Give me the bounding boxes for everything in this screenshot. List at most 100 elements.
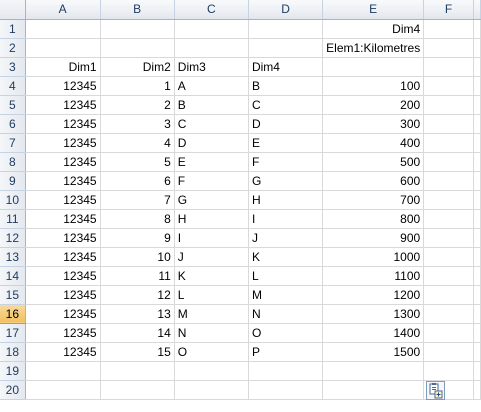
cell-e14[interactable]: 1100 bbox=[322, 266, 425, 286]
cell-c11[interactable]: H bbox=[174, 209, 249, 229]
cell-f11[interactable] bbox=[423, 209, 474, 229]
select-all-corner[interactable] bbox=[0, 0, 26, 20]
column-header-c[interactable]: C bbox=[174, 0, 249, 20]
cell-overflow[interactable] bbox=[473, 76, 481, 96]
cell-a14[interactable]: 12345 bbox=[25, 266, 101, 286]
cell-e9[interactable]: 600 bbox=[322, 171, 425, 191]
cell-f8[interactable] bbox=[423, 152, 474, 172]
cell-d4[interactable]: B bbox=[248, 76, 324, 96]
row-header-9[interactable]: 9 bbox=[0, 171, 26, 191]
cell-a13[interactable]: 12345 bbox=[25, 247, 101, 267]
cell-b7[interactable]: 4 bbox=[100, 133, 175, 153]
cell-overflow[interactable] bbox=[473, 361, 481, 381]
cell-d18[interactable]: P bbox=[248, 342, 324, 362]
cell-e20[interactable] bbox=[322, 380, 425, 400]
cell-f3[interactable] bbox=[423, 57, 474, 77]
cell-a4[interactable]: 12345 bbox=[25, 76, 101, 96]
cell-c16[interactable]: M bbox=[174, 304, 249, 324]
cell-d6[interactable]: D bbox=[248, 114, 324, 134]
cell-b12[interactable]: 9 bbox=[100, 228, 175, 248]
cell-e8[interactable]: 500 bbox=[322, 152, 425, 172]
cell-c13[interactable]: J bbox=[174, 247, 249, 267]
cell-d11[interactable]: I bbox=[248, 209, 324, 229]
row-header-2[interactable]: 2 bbox=[0, 38, 26, 58]
cell-a8[interactable]: 12345 bbox=[25, 152, 101, 172]
cell-c19[interactable] bbox=[174, 361, 249, 381]
row-header-16[interactable]: 16 bbox=[0, 304, 26, 324]
cell-a10[interactable]: 12345 bbox=[25, 190, 101, 210]
cell-d2[interactable] bbox=[248, 38, 324, 58]
cell-e1[interactable]: Dim4 bbox=[322, 19, 425, 39]
cell-a5[interactable]: 12345 bbox=[25, 95, 101, 115]
cell-a1[interactable] bbox=[25, 19, 101, 39]
cell-f9[interactable] bbox=[423, 171, 474, 191]
cell-e19[interactable] bbox=[322, 361, 425, 381]
cell-a7[interactable]: 12345 bbox=[25, 133, 101, 153]
cell-f6[interactable] bbox=[423, 114, 474, 134]
cell-b13[interactable]: 10 bbox=[100, 247, 175, 267]
row-header-11[interactable]: 11 bbox=[0, 209, 26, 229]
cell-b5[interactable]: 2 bbox=[100, 95, 175, 115]
cell-overflow[interactable] bbox=[473, 285, 481, 305]
row-header-13[interactable]: 13 bbox=[0, 247, 26, 267]
cell-f18[interactable] bbox=[423, 342, 474, 362]
cell-b6[interactable]: 3 bbox=[100, 114, 175, 134]
cell-overflow[interactable] bbox=[473, 323, 481, 343]
cell-overflow[interactable] bbox=[473, 247, 481, 267]
cell-e4[interactable]: 100 bbox=[322, 76, 425, 96]
cell-e18[interactable]: 1500 bbox=[322, 342, 425, 362]
cell-overflow[interactable] bbox=[473, 380, 481, 400]
cell-c10[interactable]: G bbox=[174, 190, 249, 210]
cell-d20[interactable] bbox=[248, 380, 324, 400]
cell-b1[interactable] bbox=[100, 19, 175, 39]
cell-c12[interactable]: I bbox=[174, 228, 249, 248]
cell-b19[interactable] bbox=[100, 361, 175, 381]
cell-overflow[interactable] bbox=[473, 114, 481, 134]
cell-f4[interactable] bbox=[423, 76, 474, 96]
cell-c7[interactable]: D bbox=[174, 133, 249, 153]
cell-b3[interactable]: Dim2 bbox=[100, 57, 175, 77]
row-header-6[interactable]: 6 bbox=[0, 114, 26, 134]
cell-c18[interactable]: O bbox=[174, 342, 249, 362]
cell-d3[interactable]: Dim4 bbox=[248, 57, 324, 77]
cell-f14[interactable] bbox=[423, 266, 474, 286]
cell-f10[interactable] bbox=[423, 190, 474, 210]
cell-c9[interactable]: F bbox=[174, 171, 249, 191]
cell-a11[interactable]: 12345 bbox=[25, 209, 101, 229]
cell-d15[interactable]: M bbox=[248, 285, 324, 305]
column-header-d[interactable]: D bbox=[248, 0, 324, 20]
cell-overflow[interactable] bbox=[473, 171, 481, 191]
cell-e10[interactable]: 700 bbox=[322, 190, 425, 210]
cell-e3[interactable] bbox=[322, 57, 425, 77]
cell-b17[interactable]: 14 bbox=[100, 323, 175, 343]
cell-e16[interactable]: 1300 bbox=[322, 304, 425, 324]
row-header-5[interactable]: 5 bbox=[0, 95, 26, 115]
cell-f2[interactable] bbox=[423, 38, 474, 58]
cell-overflow[interactable] bbox=[473, 152, 481, 172]
row-header-8[interactable]: 8 bbox=[0, 152, 26, 172]
cell-b14[interactable]: 11 bbox=[100, 266, 175, 286]
cell-d7[interactable]: E bbox=[248, 133, 324, 153]
column-header-overflow[interactable] bbox=[473, 0, 481, 20]
cell-b10[interactable]: 7 bbox=[100, 190, 175, 210]
cell-b15[interactable]: 12 bbox=[100, 285, 175, 305]
cell-c14[interactable]: K bbox=[174, 266, 249, 286]
cell-a12[interactable]: 12345 bbox=[25, 228, 101, 248]
row-header-10[interactable]: 10 bbox=[0, 190, 26, 210]
cell-b16[interactable]: 13 bbox=[100, 304, 175, 324]
cell-d14[interactable]: L bbox=[248, 266, 324, 286]
row-header-19[interactable]: 19 bbox=[0, 361, 26, 381]
cell-a9[interactable]: 12345 bbox=[25, 171, 101, 191]
cell-overflow[interactable] bbox=[473, 228, 481, 248]
cell-b9[interactable]: 6 bbox=[100, 171, 175, 191]
cell-overflow[interactable] bbox=[473, 57, 481, 77]
cell-e5[interactable]: 200 bbox=[322, 95, 425, 115]
cell-overflow[interactable] bbox=[473, 38, 481, 58]
row-header-18[interactable]: 18 bbox=[0, 342, 26, 362]
row-header-14[interactable]: 14 bbox=[0, 266, 26, 286]
row-header-1[interactable]: 1 bbox=[0, 19, 26, 39]
cell-b20[interactable] bbox=[100, 380, 175, 400]
cell-f12[interactable] bbox=[423, 228, 474, 248]
cell-e13[interactable]: 1000 bbox=[322, 247, 425, 267]
cell-a20[interactable] bbox=[25, 380, 101, 400]
